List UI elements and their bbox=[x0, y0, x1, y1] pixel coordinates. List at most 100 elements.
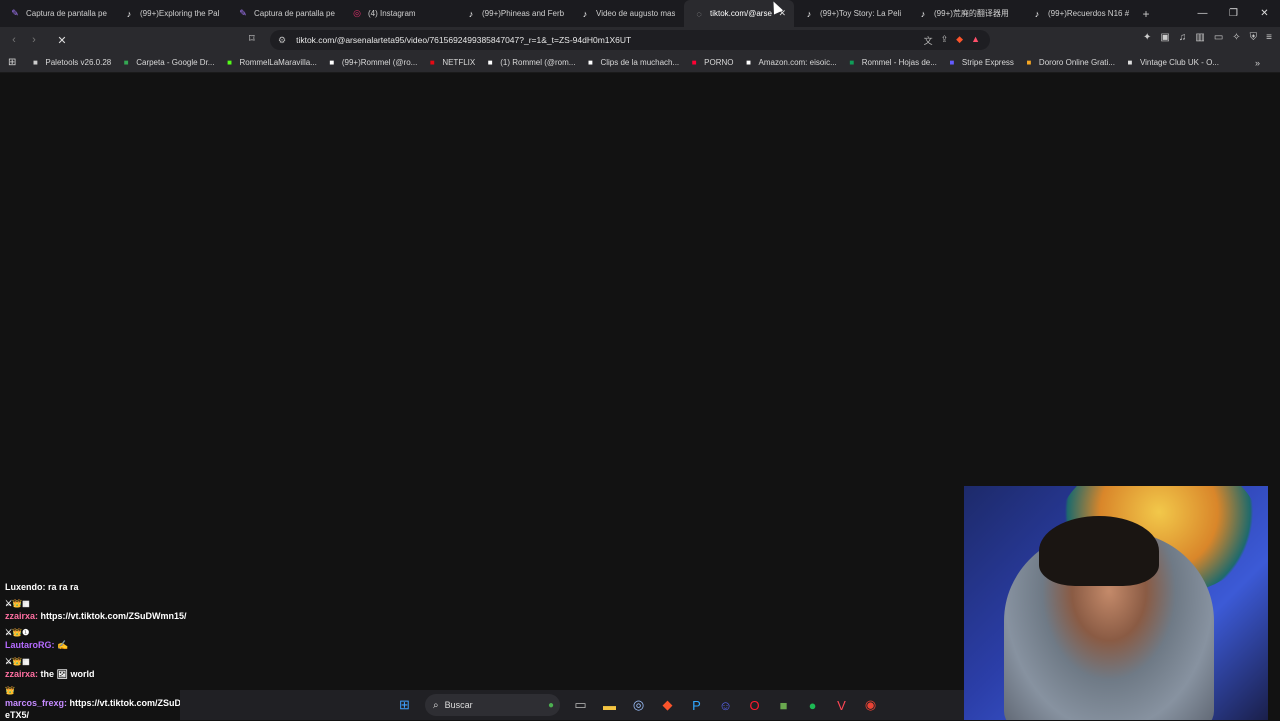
bookmark-label: (99+)Rommel (@ro... bbox=[341, 58, 418, 67]
tiktok-icon: ♪ bbox=[468, 8, 474, 19]
bookmark-item[interactable]: ■ Amazon.com: eisoic... bbox=[744, 58, 837, 68]
toolbar-extensions: ✦ ▣ ♫ ▥ ▭ ✧ ⛨ ≡ bbox=[1143, 32, 1272, 43]
forward-icon[interactable]: › bbox=[24, 34, 44, 46]
search-highlight-icon: ● bbox=[547, 699, 554, 711]
bookmarks-overflow-icon[interactable]: » bbox=[1255, 58, 1260, 68]
media-icon[interactable]: ♫ bbox=[1179, 32, 1187, 43]
stream-chat: Luxendo: ra ra ra ⚔👑▦ zzairxa: https://vt.… bbox=[0, 575, 190, 721]
bookmark-label: (1) Rommel (@rom... bbox=[500, 58, 576, 67]
chat-username: zzairxa: bbox=[5, 611, 39, 621]
brave-shields-icon[interactable]: ◆ bbox=[956, 34, 963, 47]
bookmark-item[interactable]: ■ Carpeta - Google Dr... bbox=[121, 58, 215, 68]
window-controls: — ❐ ✕ bbox=[1187, 0, 1280, 27]
pen-icon: ✎ bbox=[239, 8, 247, 18]
chat-badges: 👑 bbox=[5, 686, 15, 695]
search-placeholder: Buscar bbox=[444, 700, 473, 710]
chat-message: Luxendo: ra ra ra bbox=[0, 581, 190, 593]
share-icon[interactable]: ⇪ bbox=[941, 34, 949, 47]
chat-badges: ⚔👑▦ bbox=[5, 657, 30, 666]
vpn-icon[interactable]: ⛨ bbox=[1250, 32, 1258, 43]
screenshot-icon[interactable]: ▣ bbox=[1160, 32, 1169, 43]
notion-icon: ■ bbox=[588, 58, 593, 67]
minimize-icon[interactable]: — bbox=[1187, 8, 1218, 19]
bookmark-item[interactable]: ■ NETFLIX bbox=[427, 58, 475, 68]
bookmark-item[interactable]: ■ Paletools v26.0.28 bbox=[30, 58, 111, 68]
tab-0[interactable]: ✎ Captura de pantalla pe bbox=[0, 0, 114, 27]
site-info-icon[interactable]: ⚙ bbox=[278, 35, 286, 46]
chat-username: LautaroRG: bbox=[5, 640, 55, 650]
chat-message: ⚔👑❶ LautaroRG: ✍ bbox=[0, 626, 190, 651]
brave-icon[interactable]: ◆ bbox=[653, 690, 682, 720]
discord-icon[interactable]: ☺ bbox=[711, 690, 740, 720]
menu-icon[interactable]: ≡ bbox=[1266, 32, 1272, 43]
bookmark-label: NETFLIX bbox=[442, 58, 476, 67]
bookmark-item[interactable]: ■ Clips de la muchach... bbox=[585, 58, 679, 68]
bookmark-label: Clips de la muchach... bbox=[600, 58, 680, 67]
brave-rewards-icon[interactable]: ▲ bbox=[971, 34, 980, 47]
tab-7[interactable]: ♪ (99+)Toy Story: La Peli bbox=[794, 0, 908, 27]
bookmark-item[interactable]: ■ Vintage Club UK - O... bbox=[1125, 58, 1219, 68]
valorant-icon[interactable]: V bbox=[827, 690, 856, 720]
tab-9[interactable]: ♪ (99+)Recuerdos N16 # bbox=[1022, 0, 1136, 27]
bookmark-item[interactable]: ■ Rommel - Hojas de... bbox=[847, 58, 937, 68]
tab-2[interactable]: ✎ Captura de pantalla pe bbox=[228, 0, 342, 27]
tab-8[interactable]: ♪ (99+)荒廃的翻译器用 bbox=[908, 0, 1022, 27]
new-tab-button[interactable]: + bbox=[1136, 7, 1156, 21]
tab-strip: ✎ Captura de pantalla pe ♪ (99+)Exploring t… bbox=[0, 0, 1280, 27]
leo-ai-icon[interactable]: ✧ bbox=[1232, 32, 1240, 43]
close-window-icon[interactable]: ✕ bbox=[1249, 8, 1280, 19]
task-view-icon[interactable]: ▭ bbox=[566, 690, 595, 720]
tab-5[interactable]: ♪ Video de augusto mas bbox=[570, 0, 684, 27]
chat-message: ⚔👑▦ zzairxa: https://vt.tiktok.com/ZSuDWm… bbox=[0, 597, 190, 622]
spotify-icon[interactable]: ● bbox=[798, 690, 827, 720]
tab-3[interactable]: ◎ (4) Instagram bbox=[342, 0, 456, 27]
chrome-icon[interactable]: ◉ bbox=[856, 690, 885, 720]
apps-grid-icon[interactable]: ⊞ bbox=[8, 57, 16, 68]
youtube-icon: ■ bbox=[691, 58, 697, 67]
back-icon[interactable]: ‹ bbox=[4, 34, 24, 46]
tab-label: (99+)Recuerdos N16 # bbox=[1048, 9, 1130, 18]
bookmark-icon[interactable]: ⌑ bbox=[249, 32, 261, 46]
amazon-icon: ■ bbox=[746, 58, 751, 67]
address-bar[interactable]: ⚙ tiktok.com/@arsenalarteta95/video/7615… bbox=[270, 30, 990, 50]
bookmark-item[interactable]: ■ RommelLaMaravilla... bbox=[224, 58, 317, 68]
minecraft-icon[interactable]: ■ bbox=[769, 690, 798, 720]
stop-loading-icon[interactable]: ✕ bbox=[52, 34, 72, 47]
search-icon: ⌕ bbox=[433, 699, 439, 711]
chat-badges: ⚔👑▦ bbox=[5, 599, 30, 608]
chat-text: https://vt.tiktok.com/ZSuDWmn15/ bbox=[40, 611, 187, 621]
translate-icon[interactable]: 文 bbox=[924, 34, 933, 47]
chat-message: 👑 marcos_frexg: https://vt.tiktok.com/ZSu… bbox=[0, 684, 190, 721]
bookmark-item[interactable]: ■ (99+)Rommel (@ro... bbox=[327, 58, 417, 68]
url-text[interactable]: tiktok.com/@arsenalarteta95/video/761569… bbox=[296, 35, 631, 45]
windows-start-icon[interactable]: ⊞ bbox=[390, 690, 419, 720]
bookmark-item[interactable]: ■ (1) Rommel (@rom... bbox=[485, 58, 576, 68]
folder-icon[interactable]: ▬ bbox=[595, 690, 624, 720]
chat-message: ⚔👑▦ zzairxa: the 🖼 world bbox=[0, 655, 190, 680]
tab-4[interactable]: ♪ (99+)Phineas and Ferb bbox=[456, 0, 570, 27]
tiktok-icon: ♪ bbox=[126, 8, 132, 19]
bookmark-item[interactable]: ■ Stripe Express bbox=[947, 58, 1013, 68]
steam-icon[interactable]: ◎ bbox=[624, 690, 653, 720]
tab-label: (99+)荒廃的翻译器用 bbox=[934, 9, 1009, 18]
tab-label: Captura de pantalla pe bbox=[254, 9, 335, 18]
tiktok-icon: ♪ bbox=[806, 8, 812, 19]
tab-1[interactable]: ♪ (99+)Exploring the Pal bbox=[114, 0, 228, 27]
photoshop-icon[interactable]: P bbox=[682, 690, 711, 720]
bookmark-label: Dororo Online Grati... bbox=[1038, 58, 1115, 67]
bookmark-item[interactable]: ■ PORNO bbox=[689, 58, 734, 68]
taskbar-search[interactable]: ⌕ Buscar ● bbox=[425, 694, 560, 716]
chat-badges: ⚔👑❶ bbox=[5, 628, 30, 637]
bookmarks-bar: ⊞ ■ Paletools v26.0.28 ■ Carpeta - Google D… bbox=[0, 53, 1280, 73]
netflix-icon: ■ bbox=[429, 58, 435, 67]
bookmark-item[interactable]: ■ Dororo Online Grati... bbox=[1024, 58, 1115, 68]
restore-icon[interactable]: ❐ bbox=[1218, 8, 1249, 19]
sidebar-icon[interactable]: ▥ bbox=[1195, 32, 1204, 43]
shop-icon: ■ bbox=[1127, 58, 1133, 67]
opera-icon[interactable]: O bbox=[740, 690, 769, 720]
extensions-icon[interactable]: ✦ bbox=[1143, 32, 1151, 43]
x-icon: ■ bbox=[487, 58, 493, 67]
bookmark-label: Amazon.com: eisoic... bbox=[758, 58, 837, 67]
streamer-hair bbox=[1039, 516, 1159, 586]
wallet-icon[interactable]: ▭ bbox=[1214, 32, 1223, 43]
